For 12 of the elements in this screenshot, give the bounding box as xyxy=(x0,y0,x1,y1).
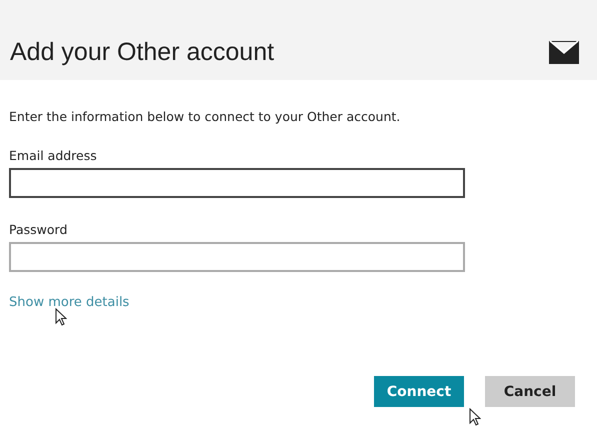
connect-button[interactable]: Connect xyxy=(374,376,464,407)
envelope-icon xyxy=(549,41,579,64)
dialog-title: Add your Other account xyxy=(10,38,274,67)
input-field[interactable] xyxy=(9,242,465,272)
show-more-details-link[interactable]: Show more details xyxy=(9,295,130,310)
input-field[interactable] xyxy=(9,168,465,198)
cancel-button[interactable]: Cancel xyxy=(485,376,575,407)
field-label: Email address xyxy=(9,148,97,163)
mouse-pointer-icon xyxy=(469,408,481,426)
mouse-pointer-icon xyxy=(55,308,67,326)
instruction-text: Enter the information below to connect to your Other account. xyxy=(9,109,400,124)
field-label: Password xyxy=(9,222,68,237)
